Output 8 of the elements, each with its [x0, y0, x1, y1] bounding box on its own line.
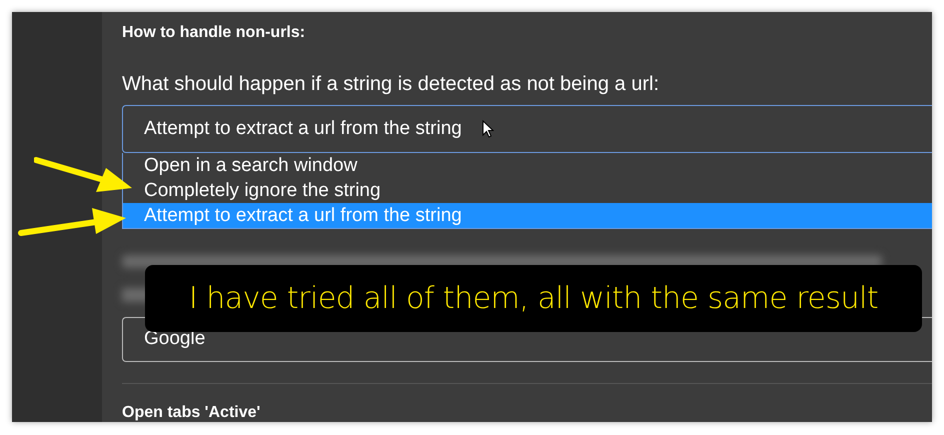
dropdown-option[interactable]: Completely ignore the string — [123, 178, 932, 203]
section-title: Open tabs 'Active' — [122, 404, 262, 422]
caption-tooltip: I have tried all of them, all with the same result — [145, 265, 922, 332]
dropdown-option[interactable]: Open in a search window — [123, 153, 932, 178]
dropdown[interactable]: Attempt to extract a url from the string — [122, 105, 932, 153]
section-title: How to handle non-urls: — [122, 24, 306, 42]
question-label: What should happen if a string is detected as not being a url: — [122, 73, 660, 96]
cursor-icon — [482, 120, 494, 138]
